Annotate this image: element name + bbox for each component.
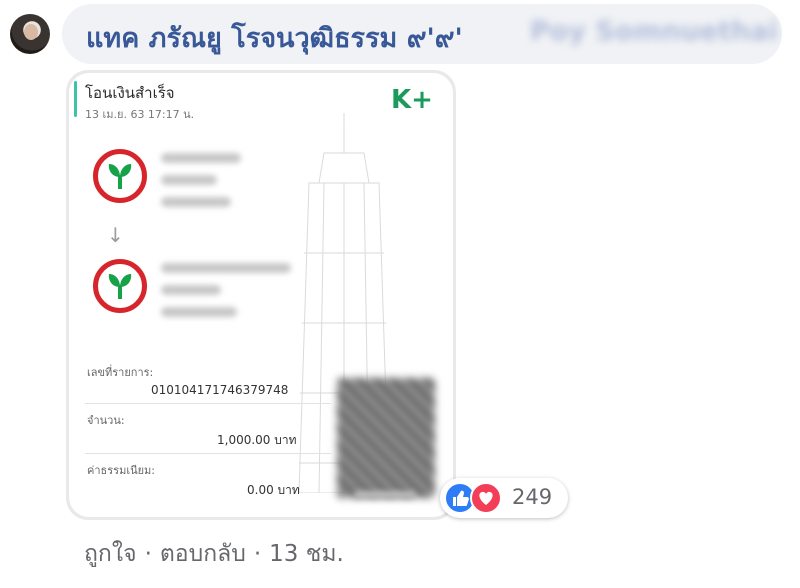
reactions-summary[interactable]: 249 <box>440 478 568 518</box>
qr-code-blurred <box>337 378 435 498</box>
love-reaction-icon <box>470 482 502 514</box>
receiver-bank-logo <box>93 259 147 313</box>
slip-title: โอนเงินสำเร็จ <box>85 84 175 102</box>
fee-label: ค่าธรรมเนียม: <box>87 464 155 477</box>
like-link[interactable]: ถูกใจ <box>84 541 137 567</box>
divider <box>85 453 331 454</box>
kasikorn-leaf-icon <box>108 274 132 299</box>
sender-account-blur <box>161 197 231 207</box>
qr-caption-blur <box>355 491 415 499</box>
fee-value: 0.00 บาท <box>247 483 300 497</box>
avatar[interactable] <box>10 14 50 54</box>
slip-accent-bar <box>74 81 77 117</box>
comment-timestamp[interactable]: 13 ชม. <box>269 541 344 567</box>
kasikorn-leaf-icon <box>108 164 132 189</box>
transaction-label: เลขที่รายการ: <box>87 366 154 379</box>
author-name[interactable]: แทค ภรัณยู โรจนวุฒิธรรม ๙'๙' <box>86 16 463 59</box>
receiver-name-blur <box>161 263 291 273</box>
comment-bubble: แทค ภรัณยู โรจนวุฒิธรรม ๙'๙' Poy Somnuet… <box>62 4 782 64</box>
kplus-logo: K+ <box>391 85 433 115</box>
amount-label: จำนวน: <box>87 414 125 427</box>
transfer-slip: โอนเงินสำเร็จ 13 เม.ย. 63 17:17 น. K+ ↓ … <box>69 73 453 517</box>
author-name-blurred: Poy Somnuethai <box>530 16 778 47</box>
divider <box>85 403 331 404</box>
sender-name-blur <box>161 153 241 163</box>
reply-link[interactable]: ตอบกลับ <box>160 541 246 567</box>
receiver-bank-blur <box>161 285 221 295</box>
slip-date: 13 เม.ย. 63 17:17 น. <box>85 108 195 121</box>
transaction-id: 0101041717463797​48 <box>151 383 289 397</box>
separator: · <box>253 541 262 567</box>
sender-bank-logo <box>93 149 147 203</box>
receiver-account-blur <box>161 307 237 317</box>
amount-value: 1,000.00 บาท <box>217 433 297 447</box>
comment-actions: ถูกใจ · ตอบกลับ · 13 ชม. <box>84 536 344 572</box>
arrow-down-icon: ↓ <box>107 223 124 247</box>
sender-bank-blur <box>161 175 217 185</box>
reaction-count: 249 <box>512 485 553 509</box>
separator: · <box>144 541 152 567</box>
transfer-slip-image[interactable]: โอนเงินสำเร็จ 13 เม.ย. 63 17:17 น. K+ ↓ … <box>66 70 456 520</box>
